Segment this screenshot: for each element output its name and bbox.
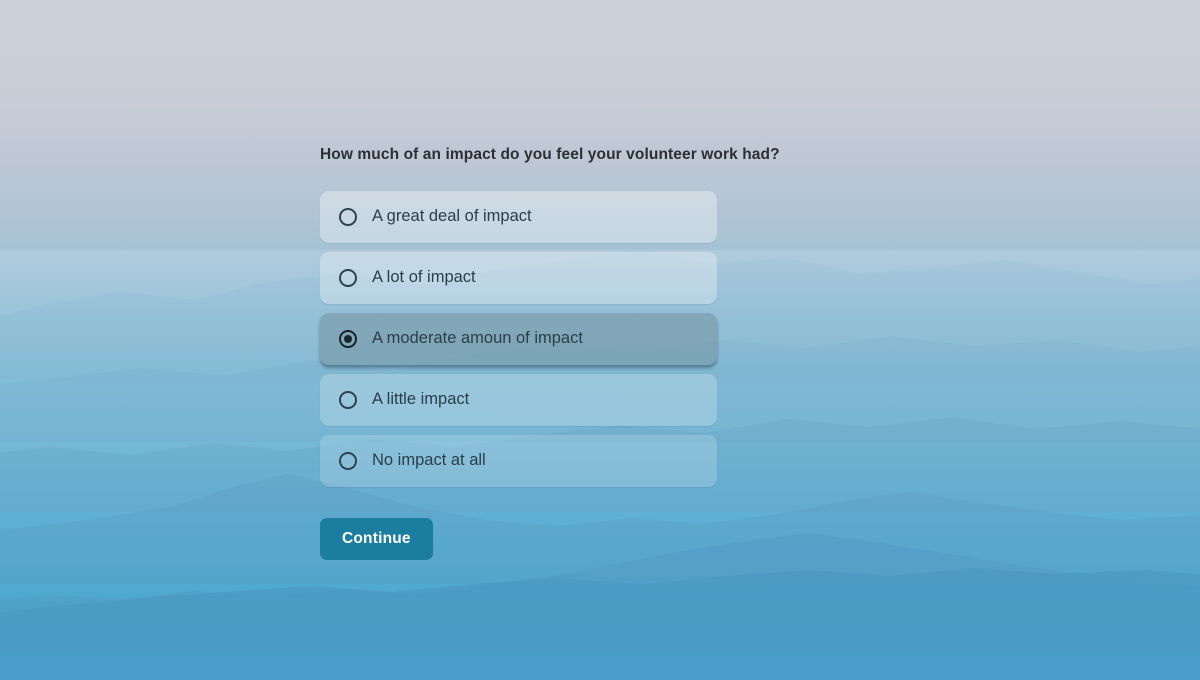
radio-icon[interactable] (339, 207, 357, 226)
radio-group: A great deal of impact A lot of impact A… (320, 190, 740, 487)
mountain-ridge-6 (0, 540, 1200, 680)
radio-icon[interactable] (339, 451, 357, 470)
survey-question-block: How much of an impact do you feel your v… (320, 146, 780, 560)
radio-icon-selected[interactable] (339, 329, 357, 348)
radio-icon[interactable] (339, 390, 357, 409)
option-label: A lot of impact (372, 268, 476, 287)
option-label: A great deal of impact (372, 207, 532, 226)
option-row-a-lot-of-impact[interactable]: A lot of impact (320, 251, 717, 304)
page-title: How much of an impact do you feel your v… (320, 146, 780, 163)
option-label: A little impact (372, 390, 470, 409)
option-row-a-great-deal-of-impact[interactable]: A great deal of impact (320, 190, 717, 243)
option-row-no-impact-at-all[interactable]: No impact at all (320, 434, 717, 487)
continue-button[interactable]: Continue (320, 517, 433, 560)
option-label: A moderate amoun of impact (372, 329, 583, 348)
option-row-a-little-impact[interactable]: A little impact (320, 373, 717, 426)
option-row-a-moderate-amoun-of-impact[interactable]: A moderate amoun of impact (320, 312, 717, 365)
option-label: No impact at all (372, 451, 486, 470)
radio-dot-icon (344, 334, 352, 343)
radio-icon[interactable] (339, 268, 357, 287)
